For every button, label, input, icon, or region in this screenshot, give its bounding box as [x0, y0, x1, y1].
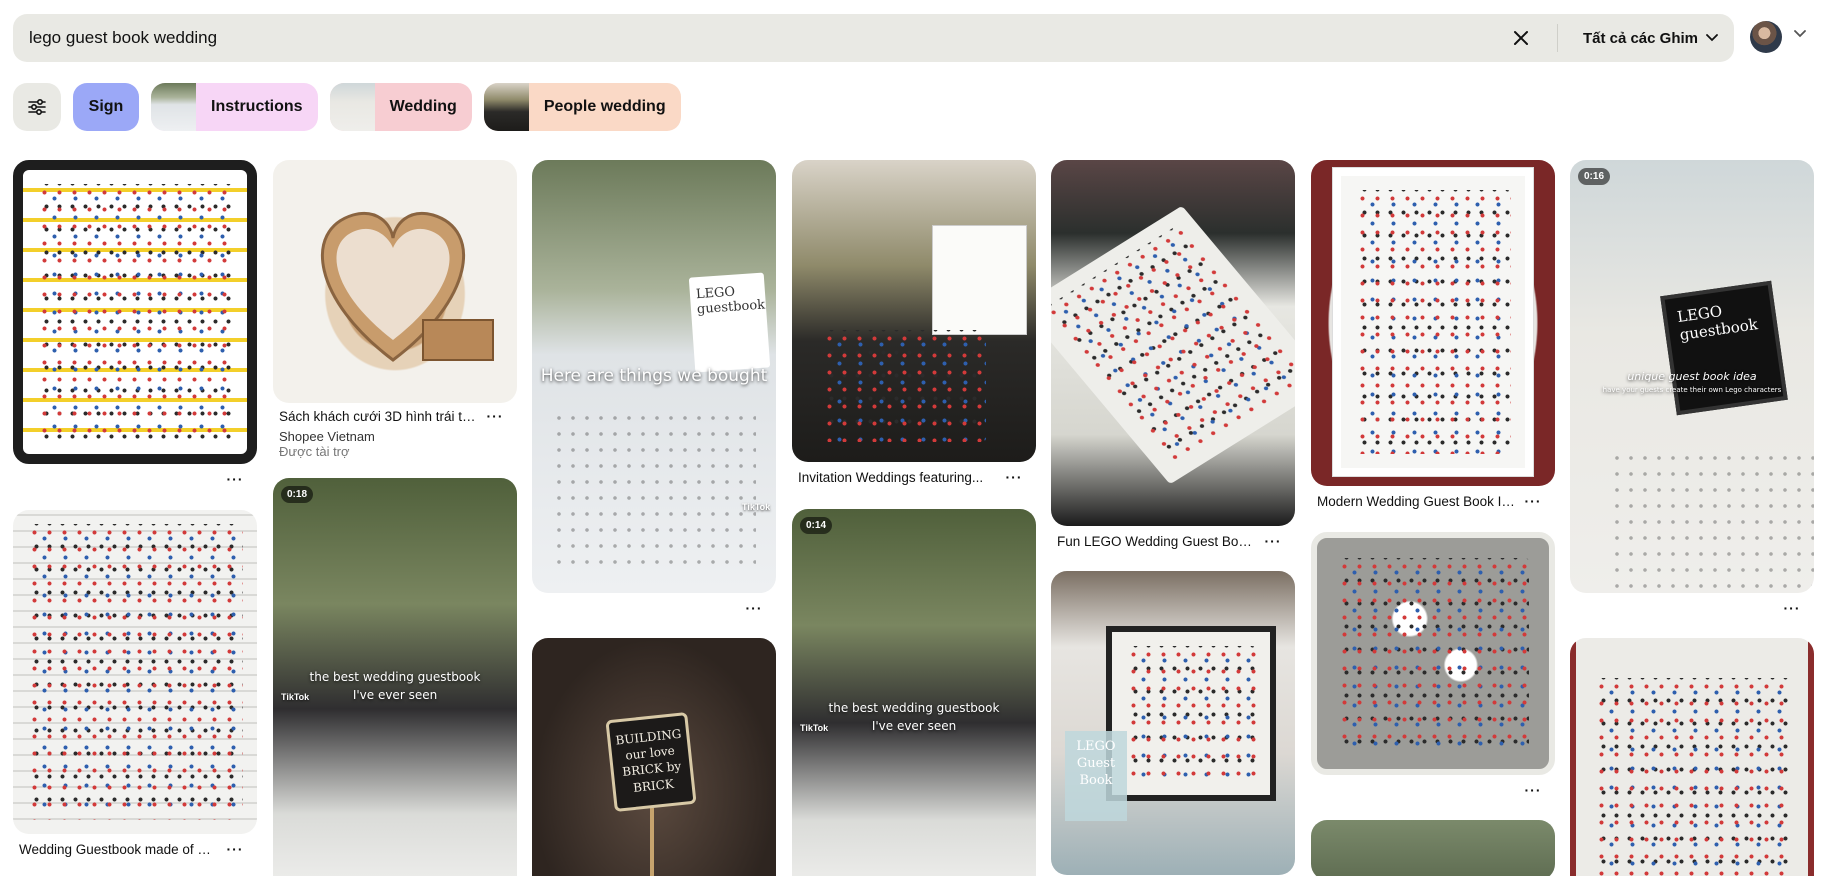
pin-card: BUILDING our love BRICK by BRICK	[532, 638, 776, 876]
minifigure-pattern	[1594, 678, 1790, 876]
pin-image[interactable]: BUILDING our love BRICK by BRICK	[532, 638, 776, 876]
pin-image[interactable]	[273, 160, 517, 403]
pin-image[interactable]	[13, 160, 257, 464]
pin-caption: ···	[13, 464, 257, 494]
pin-grid: ··· Wedding Guestbook made of LEG... ···…	[0, 0, 1827, 876]
pin-caption: ···	[1570, 593, 1814, 623]
pin-image[interactable]	[1051, 160, 1295, 526]
pin-card: Sách khách cưới 3D hình trái tim,... ···…	[273, 160, 517, 459]
video-overlay-text: unique guest book idea	[1627, 370, 1757, 383]
pin-card: ···	[13, 160, 257, 494]
pin-advertiser[interactable]: Shopee Vietnam	[273, 429, 517, 444]
pin-card: LEGO guestbook Here are things we bought…	[532, 160, 776, 623]
video-duration-badge: 0:16	[1578, 168, 1611, 185]
minifigure-pattern	[1126, 646, 1256, 781]
pin-caption: Modern Wedding Guest Book Ide... ···	[1311, 486, 1555, 516]
pin-card: LEGO Guest Book	[1051, 571, 1295, 875]
pin-title[interactable]: Wedding Guestbook made of LEG...	[19, 842, 223, 857]
video-overlay-text-2: have your guests create their own Lego c…	[1602, 386, 1782, 394]
pin-image[interactable]: LEGO guestbook Here are things we bought…	[532, 160, 776, 593]
lego-bricks-pattern	[822, 330, 986, 442]
sign-stick	[650, 808, 654, 876]
pin-caption: Invitation Weddings featuring... ···	[792, 462, 1036, 492]
video-overlay-text: the best wedding guestbook	[309, 670, 481, 684]
more-dots-icon[interactable]: ···	[1521, 494, 1545, 508]
pin-caption: Wedding Guestbook made of LEG... ···	[13, 834, 257, 864]
more-dots-icon[interactable]: ···	[223, 472, 247, 486]
guestbook-sign: LEGO guestbook	[1660, 280, 1788, 416]
guestbook-sign: LEGO Guest Book	[1065, 731, 1127, 821]
more-dots-icon[interactable]: ···	[483, 409, 507, 423]
pin-card: Invitation Weddings featuring... ···	[792, 160, 1036, 492]
pin-image[interactable]: 0:14 the best wedding guestbook I've eve…	[792, 509, 1036, 876]
pin-caption: Sách khách cưới 3D hình trái tim,... ···	[273, 403, 517, 429]
video-duration-badge: 0:14	[800, 517, 833, 534]
more-dots-icon[interactable]: ···	[1521, 783, 1545, 797]
tiktok-watermark: TikTok	[281, 692, 310, 702]
video-overlay-text-2: I've ever seen	[871, 719, 957, 733]
more-dots-icon[interactable]: ···	[223, 842, 247, 856]
tiktok-watermark: TikTok	[742, 502, 771, 512]
minifigure-pattern	[1051, 223, 1295, 467]
pin-image[interactable]	[1311, 160, 1555, 486]
pin-image[interactable]: 0:16 LEGO guestbook unique guest book id…	[1570, 160, 1814, 593]
pin-title[interactable]: Fun LEGO Wedding Guest Book...	[1057, 534, 1261, 549]
tiktok-watermark: TikTok	[800, 723, 829, 733]
pin-title[interactable]: Modern Wedding Guest Book Ide...	[1317, 494, 1521, 509]
pin-image[interactable]	[792, 160, 1036, 462]
more-dots-icon[interactable]: ···	[742, 601, 766, 615]
pin-image[interactable]	[1311, 532, 1555, 775]
pin-card	[1570, 638, 1814, 876]
more-dots-icon[interactable]: ···	[1261, 534, 1285, 548]
pin-sponsored-label: Được tài trợ	[279, 444, 350, 459]
pin-image[interactable]: 0:18 the best wedding guestbook I've eve…	[273, 478, 517, 876]
pin-image[interactable]	[1570, 638, 1814, 876]
more-dots-icon[interactable]: ···	[1002, 470, 1026, 484]
video-overlay-text: Here are things we bought	[540, 366, 768, 386]
pin-title[interactable]: Sách khách cưới 3D hình trái tim,...	[279, 409, 483, 424]
pin-card	[1311, 820, 1555, 876]
pin-card: Wedding Guestbook made of LEG... ···	[13, 510, 257, 864]
pin-card: 0:16 LEGO guestbook unique guest book id…	[1570, 160, 1814, 623]
heart-guestbook-graphic	[320, 211, 494, 362]
pin-card: Fun LEGO Wedding Guest Book... ···	[1051, 160, 1295, 556]
pin-card: 0:18 the best wedding guestbook I've eve…	[273, 478, 517, 876]
pin-title[interactable]: Invitation Weddings featuring...	[798, 470, 1002, 485]
pin-caption: ···	[532, 593, 776, 623]
video-duration-badge: 0:18	[281, 486, 314, 503]
pin-caption: ···	[1311, 775, 1555, 805]
minifigure-pattern	[552, 410, 756, 573]
minifigure-pattern	[37, 184, 233, 440]
pin-image[interactable]	[1311, 820, 1555, 876]
pin-card: ···	[1311, 532, 1555, 805]
pin-caption: Fun LEGO Wedding Guest Book... ···	[1051, 526, 1295, 556]
baseplate	[1051, 205, 1295, 485]
white-frame	[1333, 168, 1533, 476]
more-dots-icon[interactable]: ···	[1780, 601, 1804, 615]
pin-image[interactable]	[13, 510, 257, 834]
guestbook-sign: LEGO guestbook	[688, 272, 771, 373]
invitation-card	[932, 225, 1027, 335]
lego-tables-pattern	[1337, 558, 1529, 749]
pin-image[interactable]: LEGO Guest Book	[1051, 571, 1295, 875]
minifigure-pattern	[27, 524, 243, 820]
black-frame	[1106, 626, 1276, 801]
building-love-sign: BUILDING our love BRICK by BRICK	[605, 711, 697, 813]
pin-card: 0:14 the best wedding guestbook I've eve…	[792, 509, 1036, 876]
baseplate-pattern	[1610, 450, 1814, 593]
minifigure-pattern	[1355, 190, 1511, 454]
video-overlay-text: the best wedding guestbook	[828, 701, 1000, 715]
pin-card: Modern Wedding Guest Book Ide... ···	[1311, 160, 1555, 516]
video-overlay-text-2: I've ever seen	[352, 688, 438, 702]
